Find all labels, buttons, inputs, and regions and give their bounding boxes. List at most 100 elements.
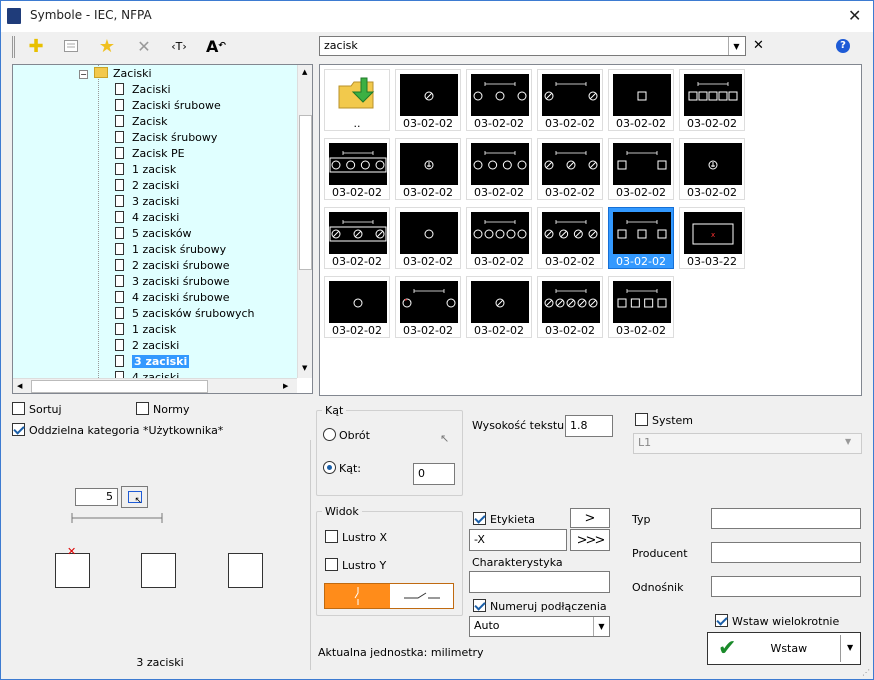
tree-item[interactable]: 4 zaciski śrubowe — [115, 290, 229, 306]
insert-button[interactable]: ✔ Wstaw ▼ — [707, 632, 861, 665]
collapse-icon[interactable]: − — [79, 70, 88, 79]
tree-item[interactable]: 5 zacisków — [115, 226, 192, 242]
tree-item[interactable]: Zaciski — [115, 82, 171, 98]
tree-item[interactable]: Zacisk — [115, 114, 167, 130]
tree-item[interactable]: 2 zaciski śrubowe — [115, 258, 229, 274]
text-height-input[interactable]: 1.8 — [565, 415, 613, 437]
label-next-button[interactable]: > — [570, 508, 610, 528]
label-input[interactable]: -X — [469, 529, 567, 551]
tree-item[interactable]: 3 zaciski — [115, 354, 190, 370]
numbering-dropdown-icon[interactable]: ▼ — [593, 617, 609, 636]
gallery-item[interactable]: 03-02-02 — [324, 207, 390, 269]
close-icon[interactable]: ✕ — [848, 6, 861, 25]
tree-item[interactable]: 3 zaciski śrubowe — [115, 274, 229, 290]
system-select[interactable]: L1 — [633, 433, 862, 454]
search-dropdown-icon[interactable]: ▼ — [728, 37, 744, 55]
gallery-item[interactable]: 03-02-02 — [679, 69, 745, 131]
gallery-item[interactable]: 03-02-02 — [324, 138, 390, 200]
category-tree[interactable]: − Zaciski Zaciski Zaciski śrubowe Zacisk Zac… — [12, 64, 313, 394]
sort-check-box[interactable] — [12, 402, 25, 415]
producer-input[interactable] — [711, 542, 861, 563]
text-tag-icon[interactable]: ‹T› — [167, 34, 191, 58]
numbering-checkbox[interactable]: Numeruj podłączenia — [473, 599, 607, 613]
sort-checkbox[interactable]: Sortuj — [12, 402, 62, 416]
spacing-pick-button[interactable]: ↖ — [121, 486, 148, 508]
system-dropdown-icon[interactable]: ▼ — [845, 437, 851, 446]
gallery-item[interactable]: 03-02-02 — [537, 69, 603, 131]
favorite-star-icon[interactable]: ★ — [95, 34, 119, 58]
angle-input[interactable]: 0 — [413, 463, 455, 485]
angle-radio[interactable]: Kąt: — [323, 461, 361, 475]
scroll-right-icon[interactable]: ▶ — [283, 382, 288, 390]
tree-item[interactable]: 1 zacisk — [115, 162, 176, 178]
characteristic-input[interactable] — [469, 571, 610, 593]
label-next-many-button[interactable]: >>> — [570, 529, 610, 551]
tree-scroll-thumb[interactable] — [299, 115, 312, 270]
tree-item[interactable]: Zaciski śrubowe — [115, 98, 221, 114]
gallery-item[interactable]: x 03-03-22 — [679, 207, 745, 269]
angle-radio-circle[interactable] — [323, 461, 336, 474]
tree-hscroll-thumb[interactable] — [31, 380, 208, 393]
spacing-input[interactable]: 5 — [75, 488, 118, 506]
gallery-item[interactable]: 03-02-02 — [537, 138, 603, 200]
tree-item[interactable]: Zacisk śrubowy — [115, 130, 217, 146]
insert-dropdown-icon[interactable]: ▼ — [847, 643, 853, 652]
insert-multiple-check-box[interactable] — [715, 614, 728, 627]
tree-item[interactable]: 1 zacisk śrubowy — [115, 242, 226, 258]
view-horizontal-option[interactable] — [390, 584, 453, 608]
tree-item[interactable]: 2 zaciski — [115, 338, 179, 354]
mirror-y-checkbox[interactable]: Lustro Y — [325, 558, 386, 572]
tree-horizontal-scrollbar[interactable]: ◀ ▶ — [13, 378, 297, 393]
view-vertical-option[interactable] — [325, 584, 390, 608]
scroll-down-icon[interactable]: ▼ — [302, 364, 307, 372]
gallery-item[interactable]: 03-02-02 — [395, 207, 461, 269]
gallery-item[interactable]: 03-02-02 — [466, 276, 532, 338]
separate-category-checkbox[interactable]: Oddzielna kategoria *Użytkownika* — [12, 423, 223, 437]
gallery-parent-folder[interactable]: .. — [324, 69, 390, 131]
gallery-item[interactable]: 03-02-02 — [395, 69, 461, 131]
insert-multiple-checkbox[interactable]: Wstaw wielokrotnie — [715, 614, 839, 628]
tree-item[interactable]: 3 zaciski — [115, 194, 179, 210]
label-check-box[interactable] — [473, 512, 486, 525]
mirror-x-checkbox[interactable]: Lustro X — [325, 530, 387, 544]
numbering-select[interactable]: Auto — [469, 616, 610, 637]
tree-item[interactable]: 2 zaciski — [115, 178, 179, 194]
view-toggle[interactable] — [324, 583, 454, 609]
norms-check-box[interactable] — [136, 402, 149, 415]
mirror-x-check-box[interactable] — [325, 530, 338, 543]
gallery-item[interactable]: 03-02-02 — [466, 207, 532, 269]
gallery-item[interactable]: 03-02-02 — [608, 207, 674, 269]
gallery-item[interactable]: 03-02-02 — [608, 69, 674, 131]
gallery-item[interactable]: 03-02-02 — [466, 138, 532, 200]
tree-item[interactable]: 1 zacisk — [115, 322, 176, 338]
resize-grip-icon[interactable]: ⋰ — [862, 668, 870, 677]
gallery-item[interactable]: 03-02-02 — [537, 276, 603, 338]
tree-folder-row[interactable]: − Zaciski — [79, 66, 152, 82]
type-input[interactable] — [711, 508, 861, 529]
gallery-item[interactable]: 03-02-02 — [466, 69, 532, 131]
help-icon[interactable]: ? — [836, 39, 850, 53]
numbering-check-box[interactable] — [473, 599, 486, 612]
clear-search-icon[interactable]: ✕ — [753, 38, 764, 53]
separate-category-check-box[interactable] — [12, 423, 25, 436]
gallery-item[interactable]: 03-02-02 — [608, 138, 674, 200]
tree-item[interactable]: 5 zacisków śrubowych — [115, 306, 255, 322]
tree-item[interactable]: 4 zaciski — [115, 210, 179, 226]
symbol-gallery[interactable]: .. 03-02-02 03-02-02 03-02-02 03-02-02 03-02… — [319, 64, 862, 396]
font-style-icon[interactable]: A ↶ — [204, 34, 228, 58]
gallery-item[interactable]: 03-02-02 — [395, 276, 461, 338]
mirror-y-check-box[interactable] — [325, 558, 338, 571]
gallery-item[interactable]: 03-02-02 — [608, 276, 674, 338]
search-input[interactable]: zacisk — [319, 36, 746, 56]
system-check-box[interactable] — [635, 413, 648, 426]
properties-icon[interactable] — [59, 34, 83, 58]
gallery-item[interactable]: 03-02-02 — [537, 207, 603, 269]
label-checkbox[interactable]: Etykieta — [473, 512, 535, 526]
reference-input[interactable] — [711, 576, 861, 597]
tree-vertical-scrollbar[interactable]: ▲ ▼ — [297, 65, 312, 378]
scroll-up-icon[interactable]: ▲ — [302, 68, 307, 76]
system-checkbox[interactable]: System — [635, 413, 693, 427]
gallery-item[interactable]: 03-02-02 — [679, 138, 745, 200]
rotation-radio[interactable]: Obrót — [323, 428, 370, 442]
add-icon[interactable]: ✚ — [24, 34, 48, 58]
